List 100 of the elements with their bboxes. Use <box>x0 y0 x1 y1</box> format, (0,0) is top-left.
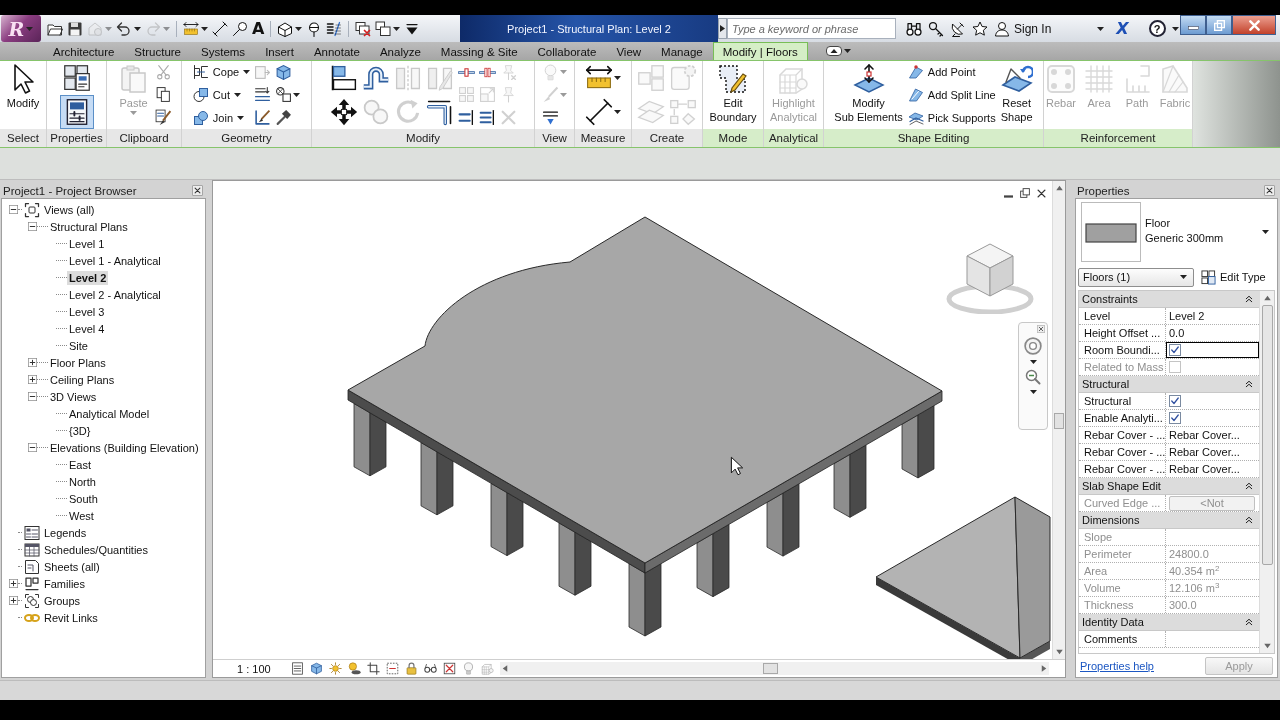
close-icon[interactable] <box>1264 185 1275 196</box>
sign-in-button[interactable]: Sign In <box>994 20 1052 37</box>
tool-button[interactable]: Reset Shape <box>999 61 1034 124</box>
tree-item[interactable]: West <box>67 508 96 523</box>
tag-icon[interactable] <box>232 20 248 37</box>
app-menu-button[interactable]: R <box>1 15 41 42</box>
scroll-arrow-icon[interactable] <box>1041 665 1047 672</box>
search-expand-button[interactable] <box>718 18 727 39</box>
minimize-icon[interactable] <box>1004 195 1013 198</box>
restore-button[interactable] <box>1206 15 1232 35</box>
collapse-icon[interactable] <box>1245 295 1253 303</box>
collapse-icon[interactable] <box>9 205 18 214</box>
scroll-thumb[interactable] <box>1261 305 1273 565</box>
wheel-icon[interactable] <box>1024 337 1042 355</box>
group-header[interactable]: Structural <box>1079 376 1259 393</box>
crop-icon[interactable] <box>366 662 380 675</box>
property-value[interactable]: Rebar Cover... <box>1166 461 1259 477</box>
tree-item[interactable]: Level 2 <box>67 270 109 285</box>
close-button[interactable] <box>1232 15 1276 35</box>
sun-icon[interactable] <box>328 662 342 675</box>
binoculars-icon[interactable] <box>906 20 922 37</box>
tree-item[interactable]: Level 3 <box>67 304 107 319</box>
lines-triangle-icon[interactable] <box>542 109 559 127</box>
tree-item[interactable]: Analytical Model <box>67 406 152 421</box>
tape-measure-icon[interactable] <box>183 20 199 37</box>
tree-item[interactable]: Elevations (Building Elevation) <box>48 440 201 455</box>
close-icon[interactable] <box>192 185 203 196</box>
cube-icon[interactable] <box>275 63 293 81</box>
close-icon[interactable] <box>1037 189 1046 198</box>
scrollbar[interactable] <box>1052 181 1065 659</box>
group-header[interactable]: Constraints <box>1079 291 1259 308</box>
type-selector[interactable]: Floor Generic 300mm <box>1078 199 1275 265</box>
caret-icon[interactable] <box>237 115 245 120</box>
caret-icon[interactable] <box>1029 360 1037 364</box>
copy-icon[interactable] <box>154 86 172 104</box>
close-windows-icon[interactable] <box>355 20 372 37</box>
page-lines-icon[interactable] <box>290 662 304 675</box>
panel-toggle-icon[interactable] <box>825 46 842 56</box>
minimize-button[interactable] <box>1180 15 1206 35</box>
dashed-frame-icon[interactable] <box>385 662 399 675</box>
caret-icon[interactable] <box>1262 230 1269 234</box>
scrollbar[interactable] <box>499 662 1049 675</box>
tool-button[interactable]: Add Point <box>907 64 996 81</box>
satellite-dish-icon[interactable] <box>950 20 966 37</box>
tree-item[interactable]: Ceiling Plans <box>48 372 117 387</box>
collapse-icon[interactable] <box>1245 618 1253 626</box>
caret-icon[interactable] <box>233 93 241 97</box>
tree-item[interactable]: North <box>67 474 98 489</box>
value-cell[interactable] <box>1166 342 1259 358</box>
undo-icon[interactable] <box>116 20 132 37</box>
toggle-button[interactable] <box>59 95 94 129</box>
tree-item[interactable]: Level 4 <box>67 321 107 336</box>
scroll-arrow-icon[interactable] <box>1055 185 1063 191</box>
expand-icon[interactable] <box>9 579 18 588</box>
tool-button[interactable]: Modify <box>5 61 41 110</box>
tree-item[interactable]: Groups <box>42 593 83 608</box>
caret-icon[interactable] <box>293 93 301 97</box>
group-header[interactable]: Dimensions <box>1079 512 1259 529</box>
ribbon-tab[interactable]: Insert <box>255 42 304 60</box>
property-value[interactable]: Level 2 <box>1166 308 1259 324</box>
group-header[interactable]: Identity Data <box>1079 614 1259 631</box>
caret-icon[interactable] <box>614 109 621 114</box>
star-icon[interactable] <box>972 20 988 37</box>
dimension-icon[interactable] <box>585 97 613 126</box>
scrollbar[interactable] <box>1259 291 1274 653</box>
collapse-icon[interactable] <box>28 222 37 231</box>
tree-item[interactable]: East <box>67 457 93 472</box>
tree-item[interactable]: South <box>67 491 100 506</box>
collapse-icon[interactable] <box>28 443 37 452</box>
lines-arrow-icon[interactable] <box>254 86 272 104</box>
tree-item[interactable]: {3D} <box>67 423 93 438</box>
edit-type-button[interactable]: Edit Type <box>1198 267 1269 287</box>
caret-icon[interactable] <box>614 76 621 80</box>
caret-icon[interactable] <box>295 26 303 31</box>
offset-line-icon[interactable] <box>361 64 390 92</box>
caret-icon[interactable] <box>134 26 141 31</box>
property-value[interactable]: Rebar Cover... <box>1166 444 1259 460</box>
tool-button[interactable]: Join <box>192 109 251 126</box>
tree-item[interactable]: Views (all) <box>42 202 97 217</box>
help-button[interactable]: ? <box>1148 20 1166 37</box>
circle-cross-icon[interactable] <box>275 86 293 104</box>
scroll-arrow-icon[interactable] <box>1263 295 1271 301</box>
scroll-arrow-icon[interactable] <box>501 665 508 672</box>
align-icon[interactable] <box>329 64 358 92</box>
tree-item[interactable]: Floor Plans <box>48 355 108 370</box>
tree-item[interactable]: Schedules/Quantities <box>42 542 150 557</box>
search-field[interactable]: Type a keyword or phrase <box>727 18 896 39</box>
tree-item[interactable]: Legends <box>42 525 89 540</box>
expand-icon[interactable] <box>28 375 37 384</box>
ribbon-tab[interactable]: View <box>606 42 652 60</box>
scroll-arrow-icon[interactable] <box>1263 643 1271 649</box>
ribbon-tab[interactable]: Modify | Floors <box>712 42 808 60</box>
caret-icon[interactable] <box>1180 275 1187 279</box>
ribbon-tab[interactable]: Analyze <box>369 42 431 60</box>
brush-card-icon[interactable] <box>154 109 172 127</box>
house-icon[interactable] <box>277 20 294 37</box>
checkbox[interactable] <box>1169 412 1181 424</box>
tree-item[interactable]: Revit Links <box>42 610 100 625</box>
caret-icon[interactable] <box>1171 26 1179 31</box>
cross-box-icon[interactable] <box>442 662 456 675</box>
